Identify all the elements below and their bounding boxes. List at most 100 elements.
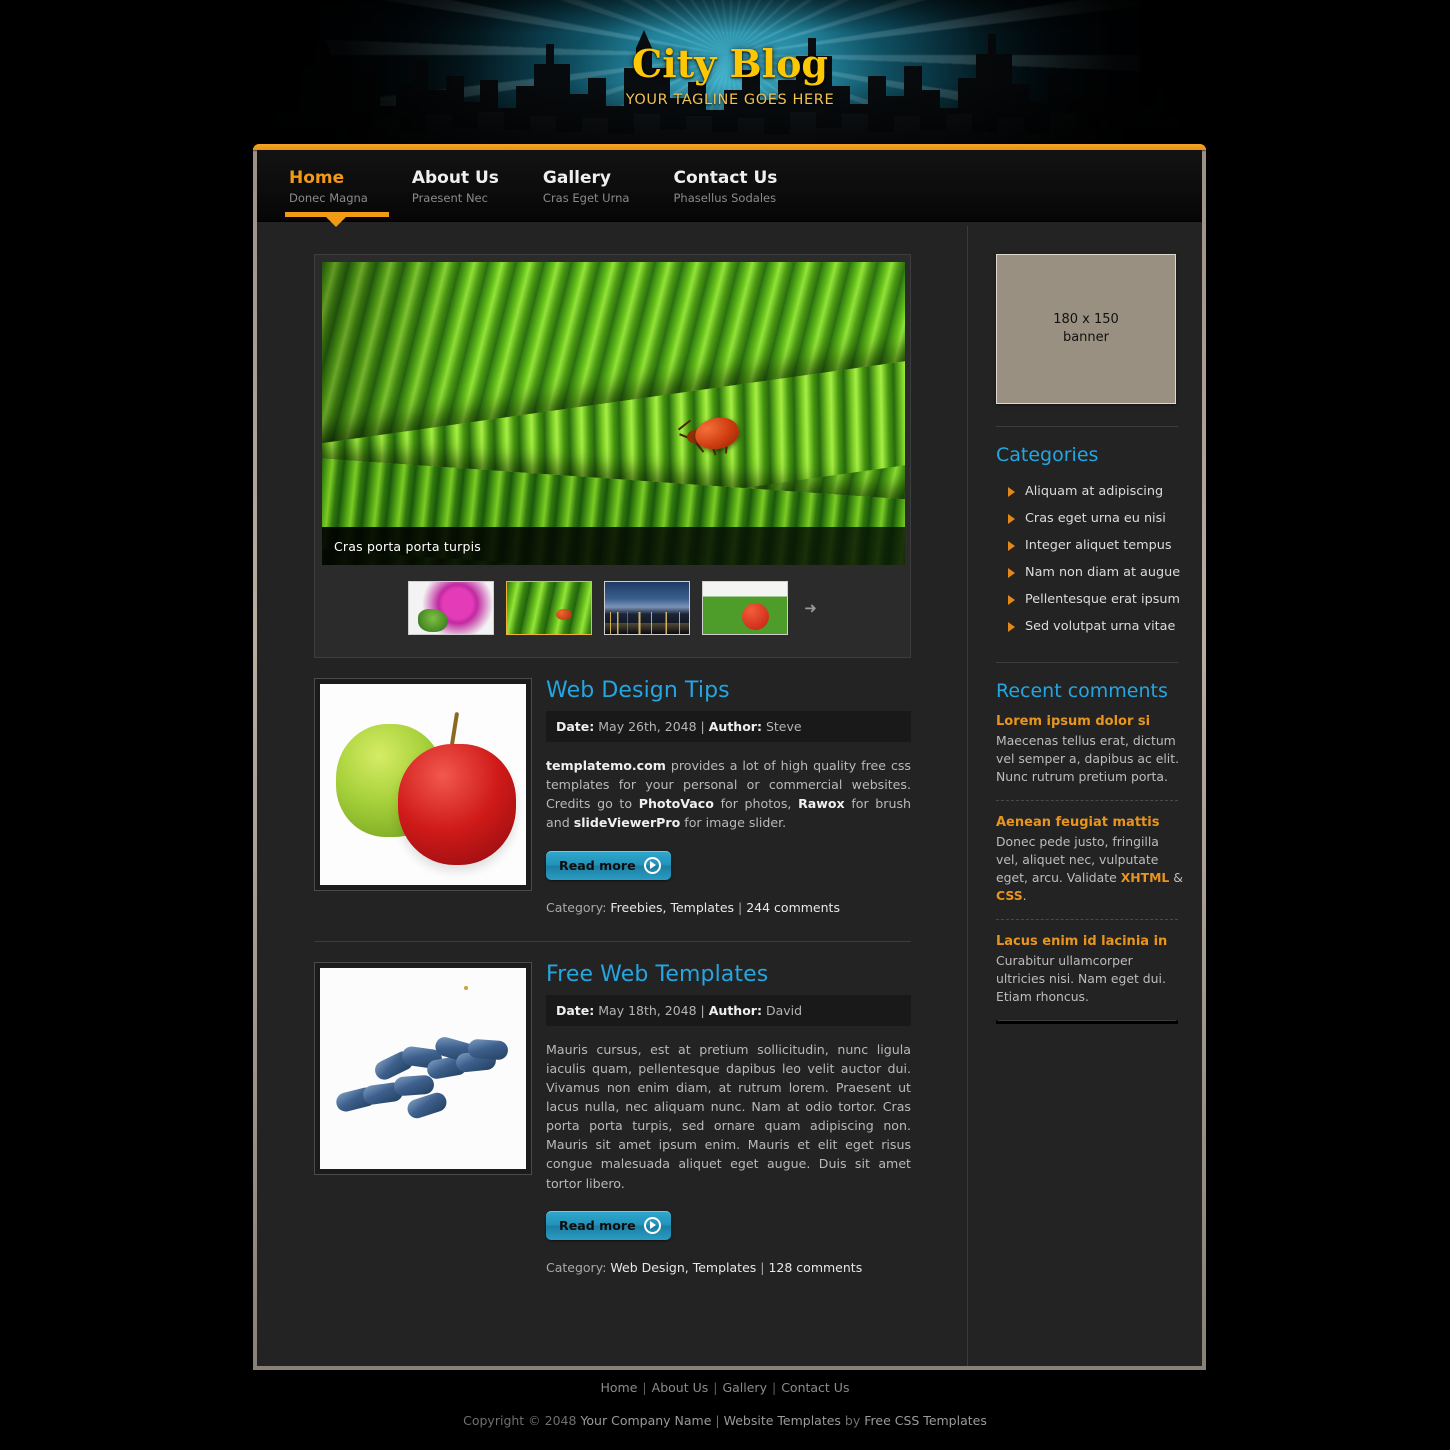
category-list-item[interactable]: Pellentesque erat ipsum (996, 586, 1184, 613)
slider-next-arrow-icon[interactable]: ➜ (804, 599, 817, 617)
post-body: Web Design Tips Date: May 26th, 2048 | A… (546, 678, 911, 915)
sidebar-divider (996, 426, 1178, 427)
post-meta: Date: May 18th, 2048 | Author: David (546, 994, 911, 1026)
read-more-button[interactable]: Read more (546, 1210, 671, 1240)
category-list-item[interactable]: Integer aliquet tempus (996, 532, 1184, 559)
category-label: Category: (546, 899, 607, 915)
copyright-separator: | (711, 1413, 724, 1428)
nav-item-label: Contact Us (673, 168, 778, 188)
post-thumbnail-frame[interactable] (314, 678, 532, 891)
category-list-item[interactable]: Nam non diam at augue (996, 559, 1184, 586)
emphasis-text[interactable]: Rawox (798, 796, 845, 811)
bullet-triangle-icon (1008, 513, 1015, 524)
free-css-templates-link[interactable]: Free CSS Templates (864, 1413, 987, 1428)
emphasis-text[interactable]: PhotoVaco (639, 796, 714, 811)
post-body: Free Web Templates Date: May 18th, 2048 … (546, 962, 911, 1275)
recent-comment-text: Donec pede justo, fringilla vel, aliquet… (996, 833, 1184, 905)
copyright-text: Copyright © 2048 (463, 1413, 581, 1428)
company-name: Your Company Name (580, 1413, 712, 1428)
slider-thumb-leaf-bug[interactable] (506, 581, 593, 635)
image-slider[interactable]: Cras porta porta turpis ➜ (314, 254, 911, 658)
emphasis-text[interactable]: CSS (996, 888, 1023, 903)
body-text: . (1022, 887, 1027, 903)
post-author-label: Author: (708, 1002, 762, 1018)
slider-thumb-city[interactable] (604, 581, 691, 635)
category-links[interactable]: Web Design, Templates (610, 1260, 756, 1275)
footer-link-about-us[interactable]: About Us (652, 1380, 709, 1395)
footer-link-home[interactable]: Home (601, 1380, 638, 1395)
comment-divider (996, 1019, 1178, 1024)
site-footer: Home | About Us | Gallery | Contact Us Copyrig… (0, 1380, 1450, 1428)
category-separator: | (738, 899, 743, 915)
category-label: Category: (546, 1259, 607, 1275)
footer-links: Home | About Us | Gallery | Contact Us (0, 1380, 1450, 1395)
recent-comment-title[interactable]: Lacus enim id lacinia in (996, 934, 1184, 949)
banner-size-label: 180 x 150 (1053, 312, 1119, 328)
recent-comments-heading: Recent comments (996, 680, 1168, 702)
banner-caption: banner (1062, 330, 1110, 345)
by-text: by (840, 1413, 865, 1428)
slider-thumb-orchid[interactable] (408, 581, 495, 635)
blog-post: Free Web Templates Date: May 18th, 2048 … (314, 961, 911, 1275)
content-area: Cras porta porta turpis ➜ Web Design Tip… (257, 226, 1202, 1366)
bullet-triangle-icon (1008, 567, 1015, 578)
category-list-item[interactable]: Aliquam at adipiscing (996, 478, 1184, 505)
blog-post: Web Design Tips Date: May 26th, 2048 | A… (314, 678, 911, 915)
recent-comment-item: Lacus enim id lacinia in Curabitur ullamc… (996, 934, 1184, 1006)
category-links[interactable]: Freebies, Templates (610, 900, 734, 915)
slider-stage[interactable]: Cras porta porta turpis (322, 262, 905, 565)
slider-thumbnail-strip[interactable]: ➜ (322, 565, 903, 649)
site-title: City Blog (631, 41, 828, 86)
footer-link-contact-us[interactable]: Contact Us (781, 1380, 849, 1395)
read-more-label: Read more (559, 857, 636, 873)
post-image-apples (320, 684, 526, 885)
post-author-label: Author: (708, 719, 762, 734)
category-item-label: Sed volutpat urna vitae (1025, 619, 1176, 634)
comment-divider (996, 799, 1178, 801)
recent-comment-title[interactable]: Lorem ipsum dolor si (996, 714, 1184, 729)
body-text: Curabitur ullamcorper ultricies nisi. Na… (996, 952, 1166, 1004)
post-title[interactable]: Free Web Templates (546, 962, 911, 995)
brand-block: City Blog YOUR TAGLINE GOES HERE (250, 42, 1210, 108)
category-list-item[interactable]: Cras eget urna eu nisi (996, 505, 1184, 532)
body-text: Mauris cursus, est at pretium sollicitud… (546, 1041, 911, 1191)
nav-item-label: Home (289, 168, 345, 188)
post-date: May 18th, 2048 (598, 1002, 697, 1018)
page-wrapper: Home Donec Magna About Us Praesent Nec Galle… (253, 144, 1206, 1370)
sidebar-banner-placeholder[interactable]: 180 x 150 banner (996, 254, 1176, 404)
website-templates-link[interactable]: Website Templates (724, 1413, 841, 1428)
nav-item-sublabel: Praesent Nec (411, 191, 488, 205)
sidebar: 180 x 150 banner Categories Aliquam at a… (968, 232, 1202, 1366)
nav-item-sublabel: Phasellus Sodales (673, 191, 777, 205)
recent-comment-title[interactable]: Aenean feugiat mattis (996, 815, 1184, 830)
emphasis-text[interactable]: templatemo.com (546, 758, 666, 773)
read-more-label: Read more (559, 1217, 636, 1233)
footer-link-gallery[interactable]: Gallery (722, 1380, 767, 1395)
comments-count[interactable]: 244 comments (746, 900, 840, 915)
post-author: Steve (765, 719, 802, 734)
emphasis-text[interactable]: XHTML (1121, 870, 1170, 885)
post-thumbnail-frame[interactable] (314, 961, 532, 1175)
post-title[interactable]: Web Design Tips (546, 678, 911, 711)
nav-item-label: Gallery (542, 168, 611, 188)
category-item-label: Integer aliquet tempus (1025, 538, 1172, 553)
post-divider (314, 940, 911, 942)
post-author: David (765, 1002, 803, 1018)
emphasis-text[interactable]: slideViewerPro (574, 815, 681, 830)
play-icon (643, 856, 661, 874)
post-excerpt: templatemo.com provides a lot of high qu… (546, 756, 911, 833)
slider-thumb-vegetables[interactable] (702, 581, 789, 635)
post-image-pills (320, 967, 526, 1169)
nav-item-about-us[interactable]: About Us Praesent Nec (404, 150, 535, 205)
nav-item-gallery[interactable]: Gallery Cras Eget Urna (535, 150, 666, 205)
read-more-button[interactable]: Read more (546, 850, 671, 880)
active-indicator-arrow (325, 216, 347, 227)
nav-item-home[interactable]: Home Donec Magna (281, 150, 404, 227)
comments-count[interactable]: 128 comments (768, 1260, 862, 1275)
category-item-label: Aliquam at adipiscing (1025, 484, 1164, 499)
footer-separator: | (771, 1380, 777, 1395)
post-category-line: Category: Web Design, Templates | 128 co… (546, 1260, 911, 1275)
nav-item-contact-us[interactable]: Contact Us Phasellus Sodales (665, 150, 813, 205)
post-meta-separator: | (700, 719, 705, 734)
category-list-item[interactable]: Sed volutpat urna vitae (996, 613, 1184, 640)
